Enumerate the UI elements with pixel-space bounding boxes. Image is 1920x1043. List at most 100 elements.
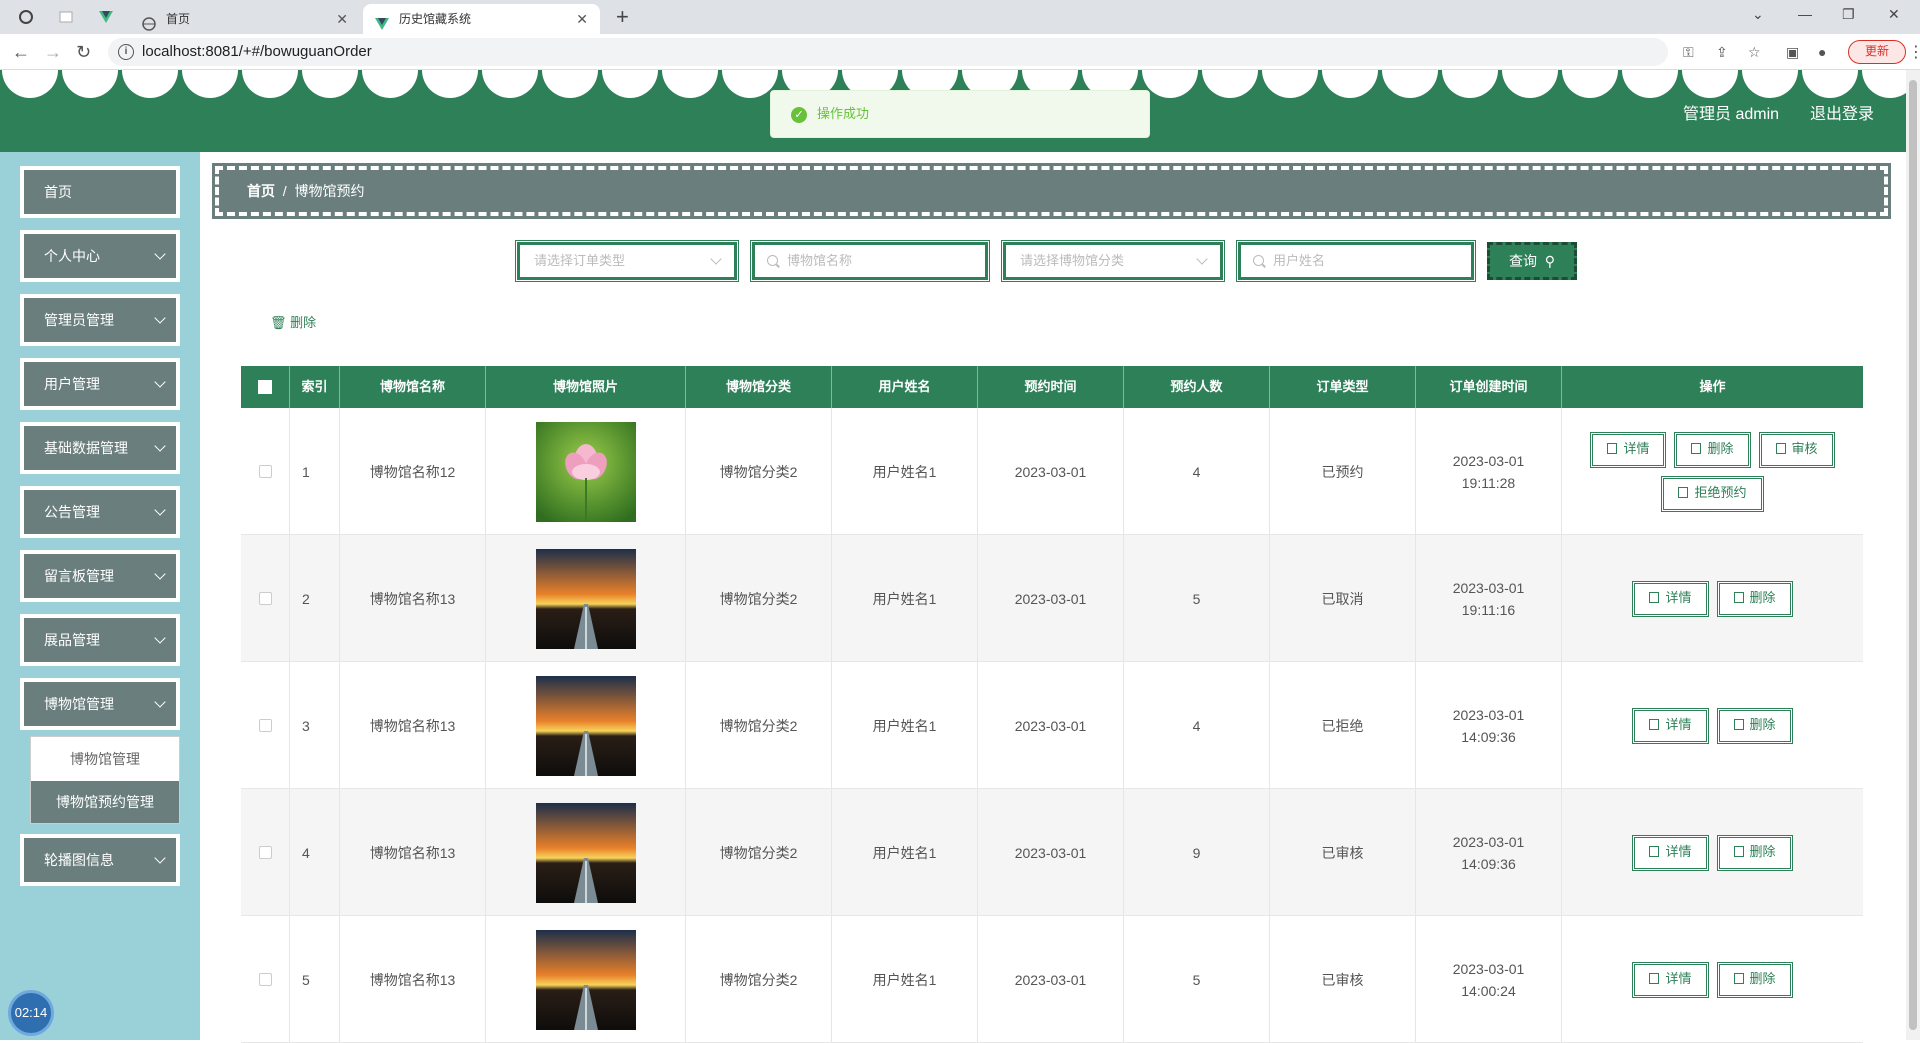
query-label: 查询 [1508, 253, 1537, 269]
row-checkbox[interactable] [258, 465, 272, 478]
tab-home[interactable]: 首页 ✕ [130, 4, 360, 34]
breadcrumb-home[interactable]: 首页 [247, 183, 275, 199]
bulk-delete-button[interactable]: 🗑 删除 [270, 312, 316, 331]
row-checkbox[interactable] [258, 719, 272, 732]
delete-button[interactable]: 删除 [1716, 580, 1793, 617]
sidebar-item-admin-management[interactable]: 管理员管理 [20, 294, 180, 346]
cell-museum-photo [486, 408, 686, 535]
book-icon [1678, 486, 1689, 498]
delete-button[interactable]: 删除 [1716, 961, 1793, 998]
close-icon[interactable]: ✕ [336, 4, 348, 34]
key-icon[interactable]: ⚿ [1683, 44, 1694, 61]
update-button[interactable]: 更新 [1848, 40, 1906, 64]
delete-button[interactable]: 删除 [1716, 707, 1793, 744]
tab-search-icon[interactable] [18, 9, 34, 25]
query-button[interactable]: 查询 ⚲ [1487, 242, 1577, 280]
sidebar-item-message-board[interactable]: 留言板管理 [20, 550, 180, 602]
table-row: 3 博物馆名称13 博物馆分类2 用户姓名1 2023-03-01 4 已拒绝 … [241, 662, 1863, 789]
url-text[interactable]: localhost:8081/+#/bowuguanOrder [142, 38, 372, 66]
approve-button[interactable]: 审核 [1758, 431, 1835, 468]
detail-label: 详情 [1665, 970, 1692, 986]
sidebar-item-basic-data[interactable]: 基础数据管理 [20, 422, 180, 474]
info-icon[interactable]: i [118, 44, 134, 60]
row-checkbox[interactable] [258, 846, 272, 859]
delete-button[interactable]: 删除 [1716, 834, 1793, 871]
table-row: 4 博物馆名称13 博物馆分类2 用户姓名1 2023-03-01 9 已审核 … [241, 789, 1863, 916]
cell-booking-date: 2023-03-01 [978, 408, 1124, 535]
tab-history-system[interactable]: 历史馆藏系统 ✕ [363, 4, 600, 34]
museum-category-select[interactable]: 请选择博物馆分类 [1001, 240, 1225, 282]
user-name-input[interactable]: 用户姓名 [1236, 240, 1476, 282]
detail-button[interactable]: 详情 [1632, 961, 1709, 998]
delete-label: 删除 [1749, 843, 1776, 859]
cell-museum-name: 博物馆名称13 [340, 916, 486, 1043]
sidepanel-icon[interactable]: ▣ [1786, 44, 1799, 61]
detail-button[interactable]: 详情 [1632, 707, 1709, 744]
submenu-item-museum-booking[interactable]: 博物馆预约管理 [31, 781, 179, 823]
new-tab-button[interactable]: + [616, 4, 629, 30]
trash-icon [1733, 718, 1744, 730]
sidebar-item-personal-center[interactable]: 个人中心 [20, 230, 180, 282]
sidebar-item-carousel[interactable]: 轮播图信息 [20, 834, 180, 886]
address-bar[interactable]: i localhost:8081/+#/bowuguanOrder [108, 38, 1668, 66]
reload-icon[interactable]: ↻ [76, 42, 91, 62]
museum-name-input[interactable]: 博物馆名称 [750, 240, 990, 282]
tab-search-chevron-icon[interactable]: ⌄ [1752, 6, 1764, 23]
more-menu-icon[interactable]: ⋮ [1908, 42, 1920, 62]
profile-icon[interactable]: ● [1818, 44, 1826, 60]
tab-blank-icon[interactable] [58, 9, 74, 25]
order-type-select[interactable]: 请选择订单类型 [515, 240, 739, 282]
cell-booking-date: 2023-03-01 [978, 916, 1124, 1043]
cell-museum-photo [486, 535, 686, 662]
sunset-road-image[interactable] [535, 675, 636, 776]
detail-button[interactable]: 详情 [1632, 580, 1709, 617]
logout-link[interactable]: 退出登录 [1810, 100, 1874, 124]
sidebar-item-home[interactable]: 首页 [20, 166, 180, 218]
breadcrumb: 首页 / 博物馆预约 [212, 163, 1891, 219]
submenu-item-museum[interactable]: 博物馆管理 [31, 737, 179, 781]
cell-museum-photo [486, 916, 686, 1043]
detail-button[interactable]: 详情 [1590, 431, 1667, 468]
cell-user-name: 用户姓名1 [832, 535, 978, 662]
trash-icon [1691, 442, 1702, 454]
row-checkbox[interactable] [258, 973, 272, 986]
window-close-icon[interactable]: ✕ [1888, 6, 1900, 23]
cell-booking-date: 2023-03-01 [978, 535, 1124, 662]
scrollbar-thumb[interactable] [1909, 80, 1917, 1030]
sunset-road-image[interactable] [535, 802, 636, 903]
cell-index: 3 [290, 662, 340, 789]
sidebar-item-label: 留言板管理 [44, 568, 114, 584]
column-header: 预约人数 [1124, 366, 1270, 408]
reject-booking-button[interactable]: 拒绝预约 [1661, 475, 1764, 512]
cell-museum-name: 博物馆名称12 [340, 408, 486, 535]
forward-icon[interactable]: → [44, 42, 62, 62]
back-icon[interactable]: ← [12, 42, 30, 62]
sidebar-item-museum-management[interactable]: 博物馆管理 [20, 678, 180, 730]
sidebar-item-announcements[interactable]: 公告管理 [20, 486, 180, 538]
cell-booking-date: 2023-03-01 [978, 662, 1124, 789]
detail-button[interactable]: 详情 [1632, 834, 1709, 871]
cell-created-time: 2023-03-01 19:11:16 [1416, 535, 1562, 662]
minimize-icon[interactable]: — [1798, 6, 1812, 22]
page-scrollbar[interactable] [1906, 70, 1920, 1040]
sidebar-item-user-management[interactable]: 用户管理 [20, 358, 180, 410]
table-row: 1 博物馆名称12 博物馆分类2 用户姓名1 2023-03-01 4 已预约 … [241, 408, 1863, 535]
row-checkbox[interactable] [258, 592, 272, 605]
bookmark-star-icon[interactable]: ☆ [1748, 44, 1761, 61]
document-icon [1649, 718, 1660, 730]
sunset-road-image[interactable] [535, 929, 636, 1030]
row-checkbox-cell [241, 789, 290, 916]
sidebar-item-label: 博物馆管理 [44, 696, 114, 712]
lotus-image[interactable] [535, 421, 636, 522]
restore-icon[interactable]: ❐ [1842, 6, 1855, 23]
tab-vue-icon[interactable] [98, 9, 114, 25]
sidebar-item-exhibits[interactable]: 展品管理 [20, 614, 180, 666]
book-icon [1775, 442, 1786, 454]
cell-visitor-count: 5 [1124, 916, 1270, 1043]
delete-button[interactable]: 删除 [1674, 431, 1751, 468]
share-icon[interactable]: ⇪ [1716, 44, 1728, 61]
close-icon[interactable]: ✕ [576, 4, 588, 34]
cell-order-status: 已预约 [1270, 408, 1416, 535]
sunset-road-image[interactable] [535, 548, 636, 649]
select-all-checkbox[interactable] [258, 380, 272, 394]
